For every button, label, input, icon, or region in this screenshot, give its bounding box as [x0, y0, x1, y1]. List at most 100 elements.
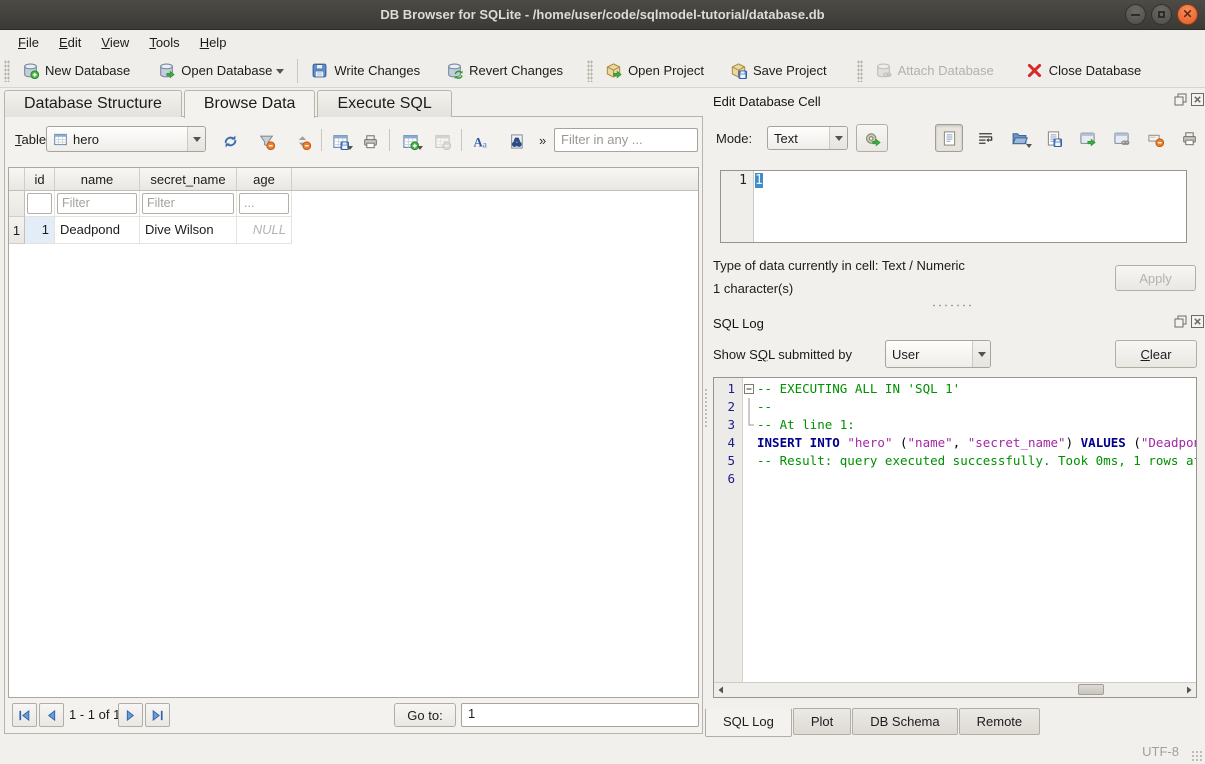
bottom-tab-sql-log[interactable]: SQL Log — [705, 708, 792, 737]
column-header-age[interactable]: age — [237, 168, 292, 191]
set-null-button[interactable] — [1141, 124, 1169, 152]
link-cell-button[interactable] — [1107, 124, 1135, 152]
row-header[interactable]: 1 — [9, 217, 25, 244]
text-mode-button[interactable] — [935, 124, 963, 152]
grid-corner[interactable] — [9, 168, 25, 191]
first-record-button[interactable] — [12, 703, 37, 727]
edit-display-format-button[interactable]: Aa — [468, 128, 494, 154]
scrollbar-thumb[interactable] — [1078, 684, 1104, 695]
refresh-button[interactable] — [217, 128, 243, 154]
column-header-secret-name[interactable]: secret_name — [140, 168, 237, 191]
table-select[interactable]: hero — [46, 126, 206, 152]
toolbar: New Database Open Database Write Changes Re… — [0, 54, 1205, 88]
tab-database-structure[interactable]: Database Structure — [4, 90, 182, 117]
write-changes-button[interactable]: Write Changes — [303, 57, 428, 84]
dropdown-caret-icon[interactable] — [417, 146, 423, 153]
scroll-right-icon[interactable] — [1182, 683, 1196, 696]
sql-log-hscrollbar[interactable] — [714, 682, 1196, 697]
menu-tools[interactable]: Tools — [139, 32, 189, 53]
filter-input-secret-name[interactable]: Filter — [142, 193, 234, 214]
close-button[interactable]: ✕ — [1177, 4, 1198, 25]
fold-box-minus-icon[interactable] — [742, 380, 757, 398]
toolbar-drag-handle[interactable] — [4, 60, 10, 82]
sql-log-dock-buttons — [1174, 315, 1204, 328]
save-project-button[interactable]: Save Project — [722, 57, 835, 84]
filter-input-id[interactable] — [27, 193, 52, 214]
cell-age[interactable]: NULL — [237, 217, 292, 244]
dock-resize-handle[interactable] — [704, 388, 708, 428]
link-cell-icon — [1113, 130, 1130, 147]
dropdown-caret-icon[interactable] — [276, 69, 284, 78]
dock-splitter-handle[interactable] — [931, 303, 975, 308]
filter-input-age[interactable]: ... — [239, 193, 289, 214]
save-table-button[interactable] — [327, 128, 353, 154]
column-header-id[interactable]: id — [25, 168, 55, 191]
menu-file[interactable]: File — [8, 32, 49, 53]
set-null-icon — [1147, 130, 1164, 147]
float-dock-icon[interactable] — [1174, 315, 1187, 328]
dropdown-caret-icon[interactable] — [347, 146, 353, 153]
minimize-button[interactable] — [1125, 4, 1146, 25]
cell-editor-content[interactable]: 1 — [754, 171, 763, 242]
tab-browse-data[interactable]: Browse Data — [184, 90, 316, 118]
fold-corner-icon[interactable] — [742, 416, 757, 434]
sql-source-value: User — [892, 347, 919, 362]
goto-record-input[interactable]: 1 — [461, 703, 699, 727]
clear-filters-button[interactable] — [253, 128, 279, 154]
export-data-button[interactable] — [1039, 124, 1067, 152]
clear-filters-icon — [258, 133, 275, 150]
toolbar-drag-handle[interactable] — [587, 60, 593, 82]
attach-database-button[interactable]: Attach Database — [867, 57, 1002, 84]
bottom-tab-plot[interactable]: Plot — [793, 708, 851, 735]
toolbar-separator — [321, 129, 322, 151]
open-database-button[interactable]: Open Database — [150, 57, 292, 84]
find-in-table-button[interactable] — [503, 128, 529, 154]
cell-editor[interactable]: 1 1 — [720, 170, 1187, 243]
filter-input-name[interactable]: Filter — [57, 193, 137, 214]
import-data-button[interactable] — [1005, 124, 1033, 152]
maximize-button[interactable] — [1151, 4, 1172, 25]
cell-name[interactable]: Deadpond — [55, 217, 140, 244]
toolbar-drag-handle[interactable] — [857, 60, 863, 82]
resize-grip-icon[interactable] — [1191, 750, 1203, 762]
tab-execute-sql[interactable]: Execute SQL — [317, 90, 451, 117]
sql-source-select[interactable]: User — [885, 340, 991, 368]
menu-view[interactable]: View — [91, 32, 139, 53]
clear-log-button[interactable]: Clear — [1115, 340, 1197, 368]
print-cell-button[interactable] — [1175, 124, 1203, 152]
close-dock-icon[interactable] — [1191, 93, 1204, 106]
close-dock-icon[interactable] — [1191, 315, 1204, 328]
menu-edit[interactable]: Edit — [49, 32, 91, 53]
status-bar: UTF-8 — [0, 740, 1205, 764]
new-database-button[interactable]: New Database — [14, 57, 138, 84]
mode-select[interactable]: Text — [767, 126, 848, 150]
word-wrap-button[interactable] — [971, 124, 999, 152]
cell-secret-name[interactable]: Dive Wilson — [140, 217, 237, 244]
auto-format-button[interactable] — [856, 124, 888, 152]
sql-log-view[interactable]: 1-- EXECUTING ALL IN 'SQL 1'2--3-- At li… — [713, 377, 1197, 698]
open-project-button[interactable]: Open Project — [597, 57, 712, 84]
data-grid[interactable]: idnamesecret_nameageFilterFilter...11Dea… — [8, 167, 699, 698]
filter-any-column-input[interactable]: Filter in any ... — [554, 128, 698, 152]
close-database-button[interactable]: Close Database — [1018, 57, 1150, 84]
float-dock-icon[interactable] — [1174, 93, 1187, 106]
fold-line-icon[interactable] — [742, 398, 757, 416]
column-header-name[interactable]: name — [55, 168, 140, 191]
insert-record-button[interactable] — [397, 128, 423, 154]
bottom-tab-remote[interactable]: Remote — [959, 708, 1041, 735]
bottom-tab-db-schema[interactable]: DB Schema — [852, 708, 957, 735]
previous-record-button[interactable] — [39, 703, 64, 727]
goto-button[interactable]: Go to: — [394, 703, 456, 727]
open-external-button[interactable] — [1073, 124, 1101, 152]
dropdown-caret-icon[interactable] — [1026, 144, 1032, 151]
last-record-button[interactable] — [145, 703, 170, 727]
apply-button[interactable]: Apply — [1115, 265, 1196, 291]
toolbar-overflow-chevron[interactable]: » — [539, 133, 546, 148]
menu-help[interactable]: Help — [190, 32, 237, 53]
next-record-button[interactable] — [118, 703, 143, 727]
scroll-left-icon[interactable] — [714, 683, 728, 696]
print-button[interactable] — [357, 128, 383, 154]
revert-changes-button[interactable]: Revert Changes — [438, 57, 571, 84]
clear-sort-button[interactable] — [289, 128, 315, 154]
cell-id[interactable]: 1 — [25, 217, 55, 244]
